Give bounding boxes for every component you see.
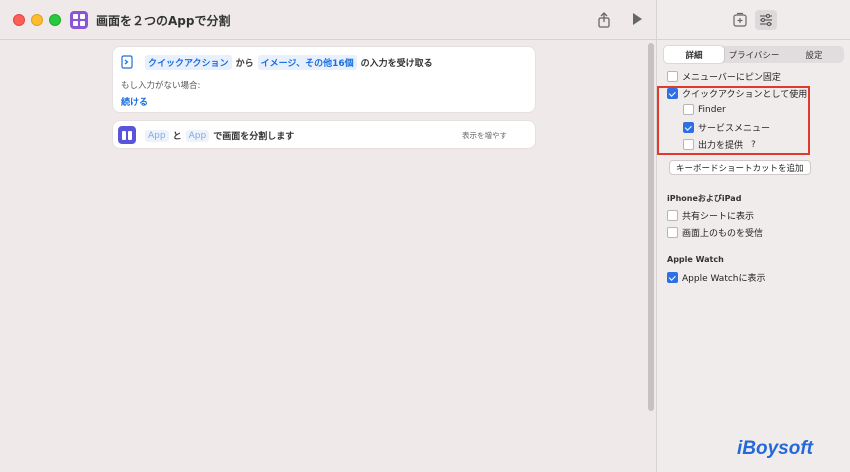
shortcut-editor: クイックアクション から イメージ、その他16個 の入力を受け取る もし入力がな… (0, 41, 656, 472)
editor-scrollbar[interactable] (647, 41, 655, 472)
receive-onscreen-checkbox[interactable] (667, 227, 678, 238)
split-screen-icon (118, 126, 136, 144)
tab-privacy[interactable]: プライバシー (724, 46, 784, 63)
share-sheet-option[interactable]: 共有シートに表示 (667, 209, 754, 222)
pin-menubar-label: メニューバーにピン固定 (682, 73, 781, 83)
minimize-window-button[interactable] (31, 14, 43, 26)
app1-token[interactable]: App (145, 129, 169, 142)
continue-option[interactable]: 続ける (121, 95, 148, 108)
window-title: 画面を２つのAppで分割 (96, 14, 231, 28)
close-window-button[interactable] (13, 14, 25, 26)
receive-onscreen-label: 画面上のものを受信 (682, 229, 764, 239)
input-types-token[interactable]: イメージ、その他16個 (257, 55, 357, 70)
tab-settings[interactable]: 設定 (784, 46, 844, 63)
panel-toolbar (657, 0, 850, 40)
scroll-thumb[interactable] (648, 43, 654, 411)
zoom-window-button[interactable] (49, 14, 61, 26)
sliders-icon (760, 13, 772, 27)
iphone-section-title: iPhoneおよびiPad (667, 194, 742, 203)
details-panel: 詳細 プライバシー 設定 メニューバーにピン固定 クイックアクションとして使用 … (656, 0, 850, 472)
pin-menubar-checkbox[interactable] (667, 71, 678, 82)
receive-onscreen-option[interactable]: 画面上のものを受信 (667, 226, 763, 239)
quick-action-token[interactable]: クイックアクション (145, 55, 232, 70)
add-keyboard-shortcut-button[interactable]: キーボードショートカットを追加 (669, 160, 811, 175)
title-bar: 画面を２つのAppで分割 (0, 0, 656, 40)
receive-input-action[interactable]: クイックアクション から イメージ、その他16個 の入力を受け取る もし入力がな… (113, 47, 535, 112)
input-icon (121, 55, 133, 69)
share-sheet-label: 共有シートに表示 (682, 212, 755, 222)
app2-token[interactable]: App (185, 129, 210, 142)
receive-label: の入力を受け取る (360, 59, 433, 69)
split-screen-action[interactable]: App と App で画面を分割します 表示を増やす (113, 121, 535, 148)
watch-checkbox[interactable] (667, 272, 678, 283)
show-more-button[interactable]: 表示を増やす (462, 130, 507, 141)
iboysoft-watermark: iBoysoft (737, 438, 813, 459)
pin-menubar-option[interactable]: メニューバーにピン固定 (667, 70, 781, 83)
shortcuts-window: 画面を２つのAppで分割 クイックアクション から イメージ、その他16個 の入… (0, 0, 850, 472)
library-icon[interactable] (732, 12, 748, 28)
share-icon[interactable] (595, 11, 613, 29)
split-screen-row: App と App で画面を分割します (145, 129, 294, 142)
watch-option[interactable]: Apple Watchに表示 (667, 271, 766, 284)
annotation-highlight-box (657, 86, 810, 155)
shortcut-icon (70, 11, 88, 29)
share-sheet-checkbox[interactable] (667, 210, 678, 221)
split-action-label: で画面を分割します (213, 132, 295, 142)
panel-tabs: 詳細 プライバシー 設定 (664, 46, 844, 63)
and-label: と (172, 132, 182, 142)
run-icon[interactable] (633, 13, 642, 25)
receive-input-row: クイックアクション から イメージ、その他16個 の入力を受け取る (145, 55, 433, 70)
watch-section-title: Apple Watch (667, 255, 724, 264)
settings-sliders-button[interactable] (755, 10, 777, 30)
from-label: から (235, 59, 254, 69)
tab-details[interactable]: 詳細 (664, 46, 724, 63)
watch-label: Apple Watchに表示 (682, 274, 766, 284)
no-input-label: もし入力がない場合: (121, 81, 201, 91)
